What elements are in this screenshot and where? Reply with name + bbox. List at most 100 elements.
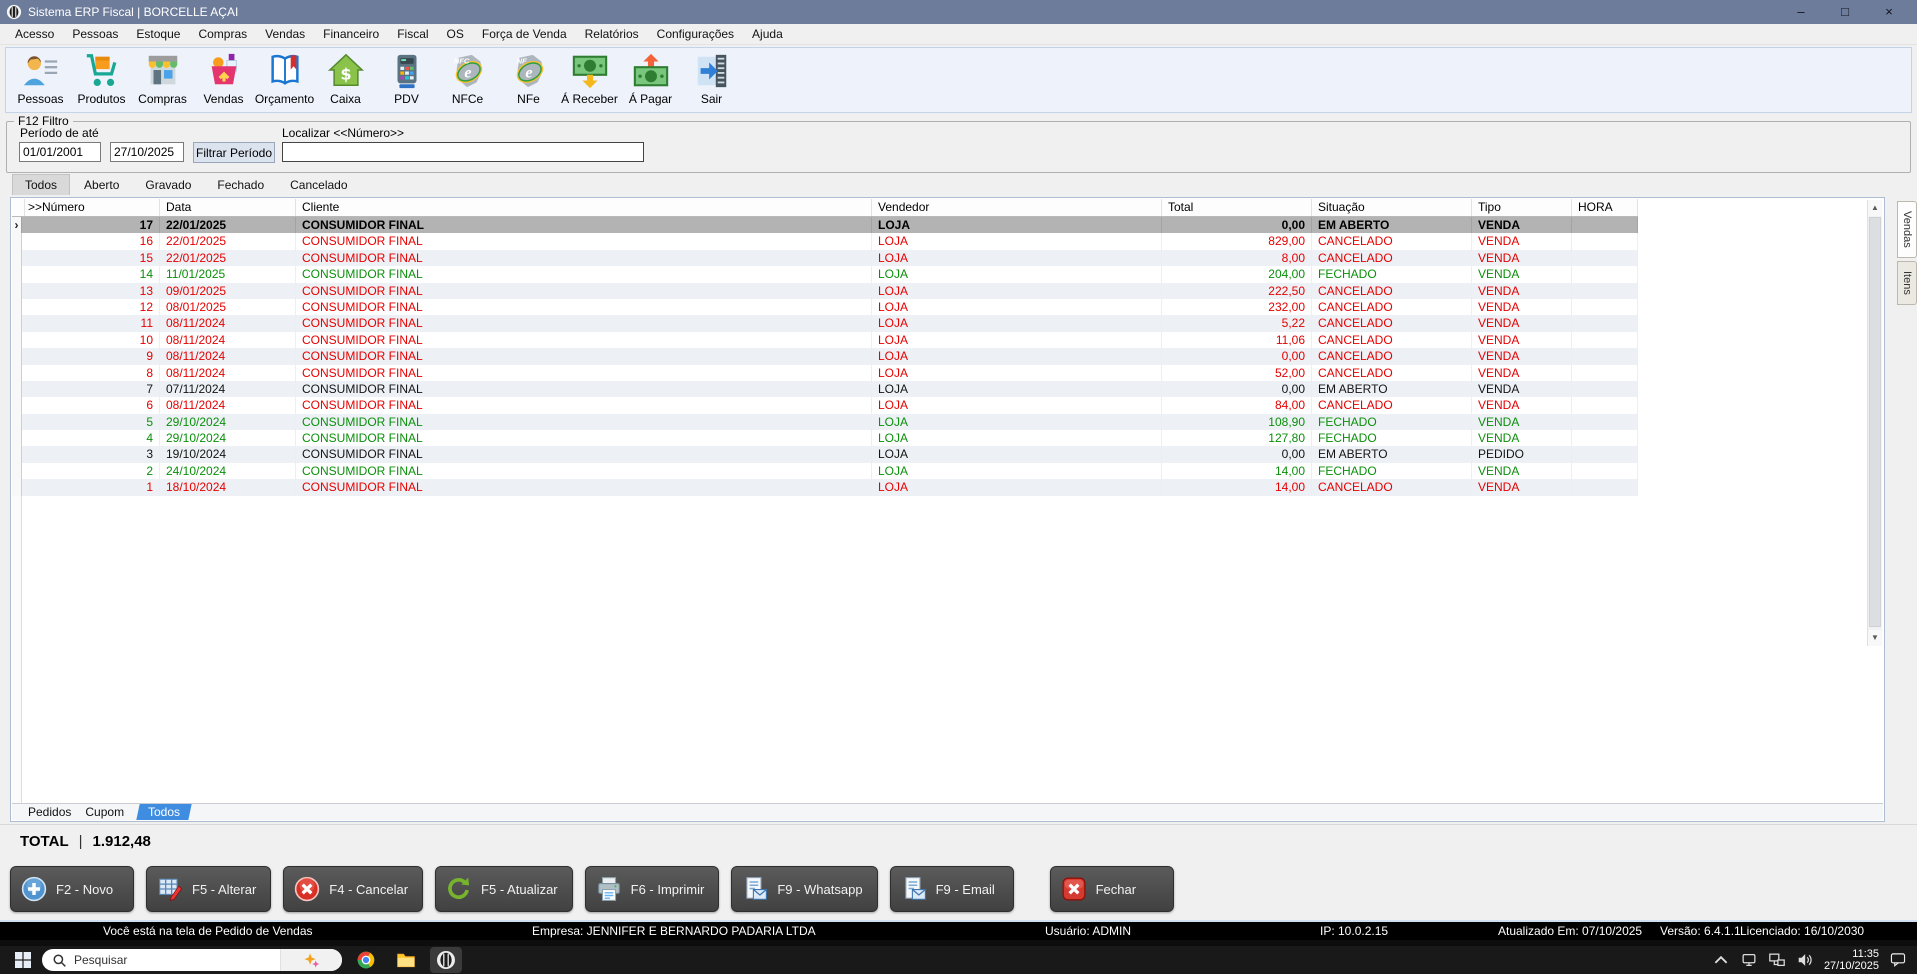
toolbar-button[interactable]: PDV [376,52,437,106]
table-row[interactable]: 10 08/11/2024 CONSUMIDOR FINAL LOJA 11,0… [12,332,1638,348]
action-button[interactable]: F9 - Whatsapp [731,866,877,912]
action-button[interactable]: F9 - Email [890,866,1014,912]
status-filter-tab[interactable]: Gravado [133,175,203,195]
copilot-icon[interactable] [280,949,342,971]
menu-item[interactable]: Acesso [6,25,63,43]
table-row[interactable]: 11 08/11/2024 CONSUMIDOR FINAL LOJA 5,22… [12,315,1638,331]
menu-item[interactable]: Ajuda [743,25,792,43]
tray-network-icon[interactable] [1768,951,1786,969]
table-row[interactable]: 6 08/11/2024 CONSUMIDOR FINAL LOJA 84,00… [12,397,1638,413]
minimize-button[interactable]: – [1779,0,1823,24]
table-row[interactable]: 16 22/01/2025 CONSUMIDOR FINAL LOJA 829,… [12,233,1638,249]
view-tab[interactable]: Todos [136,804,191,820]
status-filter-tab[interactable]: Fechado [205,175,276,195]
menu-item[interactable]: Estoque [127,25,189,43]
menu-item[interactable]: Relatórios [576,25,648,43]
cell-numero: 15 [22,250,160,266]
table-row[interactable]: 9 08/11/2024 CONSUMIDOR FINAL LOJA 0,00 … [12,348,1638,364]
date-from-input[interactable] [19,142,101,162]
date-to-input[interactable] [110,142,184,162]
table-row[interactable]: 13 09/01/2025 CONSUMIDOR FINAL LOJA 222,… [12,283,1638,299]
row-indicator: › [12,217,22,233]
column-header[interactable]: >>Número [22,199,160,216]
view-tab[interactable]: Cupom [85,805,124,819]
browser-taskbar-icon[interactable] [350,947,382,973]
side-tab[interactable]: Vendas [1897,201,1917,258]
table-row[interactable]: 2 24/10/2024 CONSUMIDOR FINAL LOJA 14,00… [12,463,1638,479]
toolbar-button-label: NFe [517,92,540,106]
toolbar-button[interactable]: Vendas [193,52,254,106]
action-button[interactable]: F4 - Cancelar [283,866,423,912]
tray-volume-icon[interactable] [1796,951,1814,969]
notification-center-icon[interactable] [1889,951,1907,969]
menu-item[interactable]: Compras [189,25,256,43]
close-button[interactable]: × [1867,0,1911,24]
toolbar-button[interactable]: $ Caixa [315,52,376,106]
tray-device-icon[interactable] [1740,951,1758,969]
cell-vendedor: LOJA [872,463,1162,479]
table-row[interactable]: › 17 22/01/2025 CONSUMIDOR FINAL LOJA 0,… [12,217,1638,233]
status-filter-tab[interactable]: Cancelado [278,175,359,195]
column-header[interactable]: HORA [1572,199,1638,216]
column-header[interactable]: Tipo [1472,199,1572,216]
action-button[interactable]: F5 - Atualizar [435,866,573,912]
toolbar-button[interactable]: Compras [132,52,193,106]
side-tab[interactable]: Itens [1897,261,1917,305]
column-header[interactable]: Total [1162,199,1312,216]
status-filter-tab[interactable]: Aberto [72,175,131,195]
menu-item[interactable]: Vendas [256,25,314,43]
tray-chevron-up-icon[interactable] [1712,951,1730,969]
cell-tipo: VENDA [1472,381,1572,397]
start-button[interactable] [8,947,38,973]
status-filter-tab[interactable]: Todos [12,174,70,195]
taskbar-clock[interactable]: 11:35 27/10/2025 [1824,948,1879,972]
action-button[interactable]: F2 - Novo [10,866,134,912]
toolbar-button[interactable]: Sair [681,52,742,106]
toolbar-button[interactable]: Á Pagar [620,52,681,106]
menu-item[interactable]: Fiscal [388,25,437,43]
menu-item[interactable]: OS [438,25,473,43]
table-row[interactable]: 12 08/01/2025 CONSUMIDOR FINAL LOJA 232,… [12,299,1638,315]
erp-app-taskbar-icon[interactable] [430,947,462,973]
menu-item[interactable]: Financeiro [314,25,388,43]
action-button[interactable]: F6 - Imprimir [585,866,720,912]
column-header[interactable]: Cliente [296,199,872,216]
cell-cliente: CONSUMIDOR FINAL [296,266,872,282]
menu-item[interactable]: Força de Venda [473,25,576,43]
toolbar-button[interactable]: Pessoas [10,52,71,106]
table-row[interactable]: 7 07/11/2024 CONSUMIDOR FINAL LOJA 0,00 … [12,381,1638,397]
toolbar-button[interactable]: eNFC NFCe [437,52,498,106]
scroll-down-icon[interactable]: ▼ [1868,630,1882,646]
taskbar-search[interactable]: Pesquisar [42,949,342,971]
table-row[interactable]: 1 18/10/2024 CONSUMIDOR FINAL LOJA 14,00… [12,479,1638,495]
table-row[interactable]: 4 29/10/2024 CONSUMIDOR FINAL LOJA 127,8… [12,430,1638,446]
action-button-label: F9 - Email [936,882,995,897]
action-button[interactable]: Fechar [1050,866,1174,912]
table-row[interactable]: 15 22/01/2025 CONSUMIDOR FINAL LOJA 8,00… [12,250,1638,266]
action-button[interactable]: F5 - Alterar [146,866,271,912]
cell-cliente: CONSUMIDOR FINAL [296,381,872,397]
table-row[interactable]: 3 19/10/2024 CONSUMIDOR FINAL LOJA 0,00 … [12,446,1638,462]
maximize-button[interactable]: □ [1823,0,1867,24]
scroll-up-icon[interactable]: ▲ [1868,200,1882,216]
table-row[interactable]: 5 29/10/2024 CONSUMIDOR FINAL LOJA 108,9… [12,414,1638,430]
column-header[interactable]: Data [160,199,296,216]
table-row[interactable]: 8 08/11/2024 CONSUMIDOR FINAL LOJA 52,00… [12,365,1638,381]
cell-tipo: VENDA [1472,332,1572,348]
toolbar-button[interactable]: Produtos [71,52,132,106]
view-tab[interactable]: Pedidos [28,805,71,819]
table-row[interactable]: 14 11/01/2025 CONSUMIDOR FINAL LOJA 204,… [12,266,1638,282]
filter-period-button[interactable]: Filtrar Período [193,142,275,163]
toolbar-button[interactable]: Orçamento [254,52,315,106]
view-tabs: Pedidos Cupom Todos [12,803,1883,820]
column-header[interactable]: Situação [1312,199,1472,216]
menu-item[interactable]: Pessoas [63,25,127,43]
cell-numero: 4 [22,430,160,446]
toolbar-button[interactable]: Á Receber [559,52,620,106]
toolbar-button[interactable]: eNF NFe [498,52,559,106]
menu-item[interactable]: Configurações [648,25,743,43]
row-indicator [12,365,22,381]
column-header[interactable]: Vendedor [872,199,1162,216]
search-number-input[interactable] [282,142,644,162]
file-explorer-taskbar-icon[interactable] [390,947,422,973]
